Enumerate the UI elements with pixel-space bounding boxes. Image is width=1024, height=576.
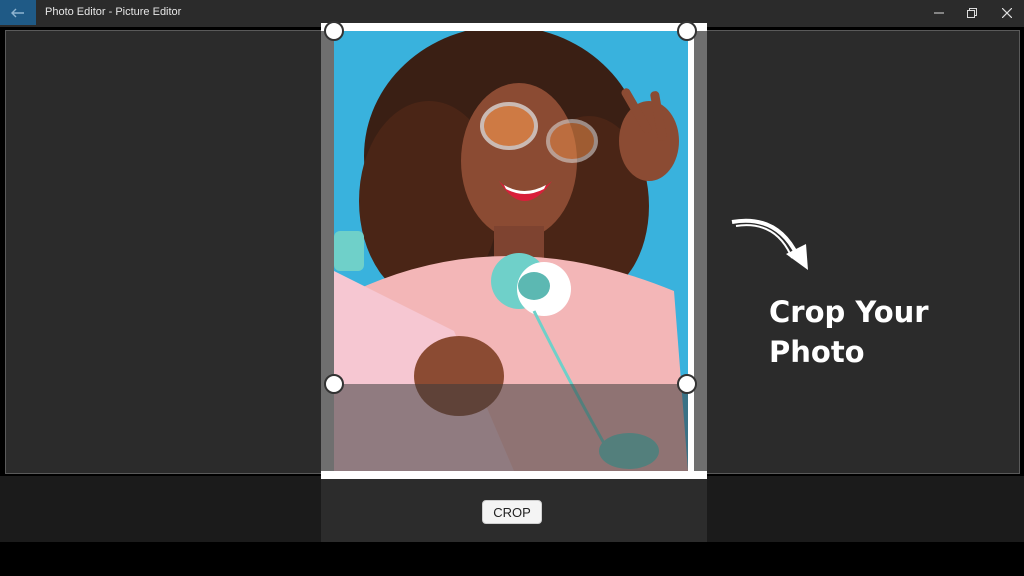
crop-button[interactable]: CROP bbox=[482, 500, 542, 524]
crop-handle-top-left[interactable] bbox=[324, 21, 344, 41]
crop-handle-bottom-left[interactable] bbox=[324, 374, 344, 394]
back-button[interactable] bbox=[0, 0, 36, 25]
crop-frame[interactable] bbox=[321, 21, 707, 479]
promo-text: Crop Your Photo bbox=[769, 292, 989, 372]
restore-button[interactable] bbox=[955, 0, 989, 25]
minimize-button[interactable] bbox=[922, 0, 956, 25]
promo-line-2: Photo bbox=[769, 335, 865, 369]
left-shade bbox=[321, 31, 334, 471]
right-shade bbox=[694, 31, 707, 471]
close-icon bbox=[1002, 7, 1012, 18]
bottom-strip bbox=[0, 542, 1024, 576]
curved-arrow-icon bbox=[728, 212, 818, 282]
window-title: Photo Editor - Picture Editor bbox=[45, 6, 182, 18]
minimize-icon bbox=[934, 12, 944, 13]
back-arrow-icon bbox=[11, 8, 24, 17]
crop-outside-dim bbox=[334, 384, 688, 471]
restore-icon bbox=[967, 7, 977, 18]
crop-handle-bottom-right[interactable] bbox=[677, 374, 697, 394]
crop-handle-top-right[interactable] bbox=[677, 21, 697, 41]
photo bbox=[334, 31, 688, 471]
close-button[interactable] bbox=[990, 0, 1024, 25]
promo-line-1: Crop Your bbox=[769, 295, 929, 329]
